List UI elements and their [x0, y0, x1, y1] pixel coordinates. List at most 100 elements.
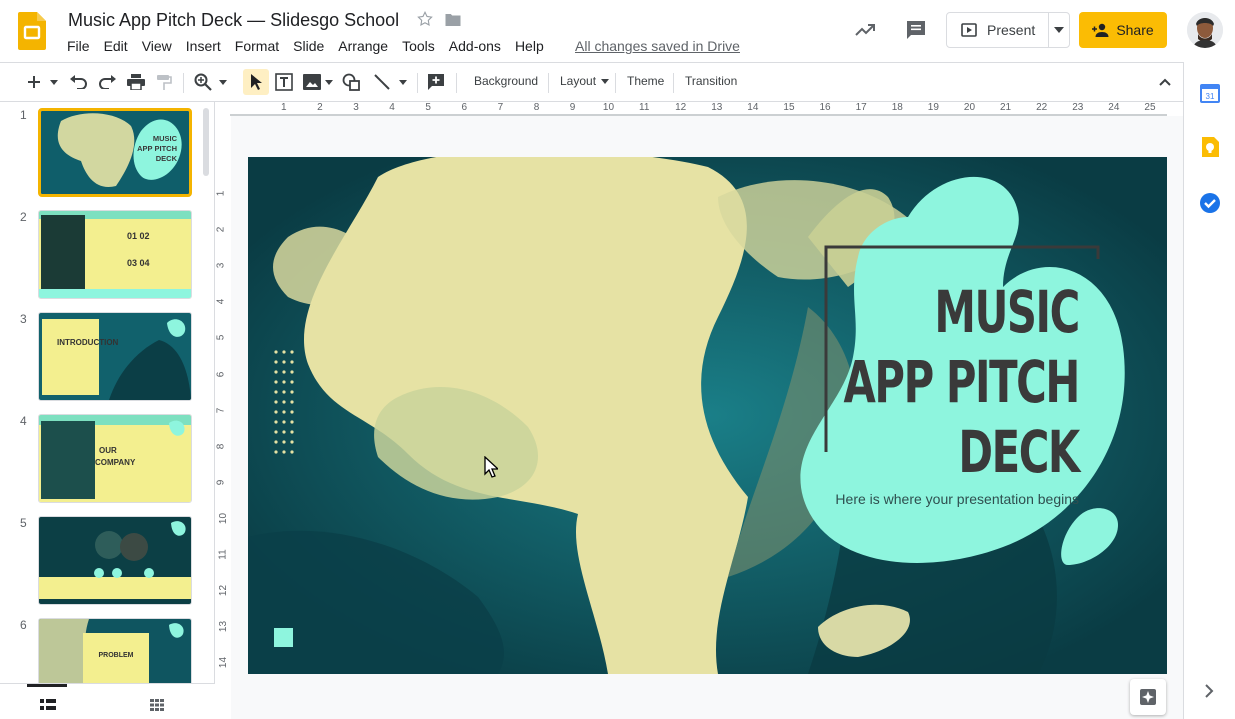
filmstrip-item[interactable]: 3 INTRODUCTION [0, 306, 200, 401]
layout-label: Layout [560, 74, 597, 88]
undo-button[interactable] [68, 71, 90, 93]
shape-icon [342, 73, 360, 91]
ruler-tick-label: 11 [639, 102, 650, 113]
horizontal-ruler[interactable]: 1 2 3 4 5 6 7 8 9 10 11 12 13 14 15 16 17 18 19 20 21 22 23 24 2… [230, 102, 1167, 116]
filmstrip-item[interactable]: 2 01 02 03 04 [0, 204, 200, 299]
background-button[interactable]: Background [474, 74, 538, 88]
ruler-tick-label: 7 [215, 407, 227, 413]
ruler-tick-label: 3 [353, 102, 359, 113]
text-box-button[interactable] [273, 71, 295, 93]
insert-image-button[interactable] [301, 71, 323, 93]
transition-button[interactable]: Transition [685, 74, 737, 88]
text-box-icon [275, 73, 293, 91]
star-icon[interactable] [416, 10, 434, 28]
app-header: Music App Pitch Deck — Slidesgo School F… [0, 0, 1235, 62]
filmstrip-item[interactable]: 1 MUSIC APP PITCH DECK [0, 102, 200, 197]
document-title[interactable]: Music App Pitch Deck — Slidesgo School [68, 10, 399, 31]
toolbar-divider [615, 73, 616, 93]
filmstrip-list-view-icon[interactable] [40, 699, 56, 711]
filmstrip-item[interactable]: 4 OUR COMPANY [0, 408, 200, 503]
redo-button[interactable] [96, 71, 118, 93]
filmstrip-view-controls [0, 683, 215, 719]
chevron-down-icon [50, 79, 58, 85]
slide-thumbnail[interactable]: 01 02 03 04 [38, 210, 192, 299]
zoom-button[interactable] [192, 71, 214, 93]
grid-view-icon[interactable] [150, 699, 164, 711]
theme-button[interactable]: Theme [627, 74, 664, 88]
select-tool-button[interactable] [245, 71, 267, 93]
calendar-icon[interactable]: 31 [1199, 82, 1221, 104]
undo-icon [70, 75, 87, 89]
zoom-icon [194, 73, 212, 91]
chevron-down-icon [601, 79, 610, 85]
view-selected-indicator [27, 684, 67, 687]
activity-trend-icon[interactable] [853, 18, 877, 42]
ruler-tick-label: 24 [1108, 102, 1120, 113]
menu-arrange[interactable]: Arrange [331, 37, 395, 55]
menu-view[interactable]: View [135, 37, 179, 55]
ruler-tick-label: 10 [218, 512, 230, 524]
paint-format-button[interactable] [153, 71, 175, 93]
line-tool-button[interactable] [371, 71, 393, 93]
print-button[interactable] [125, 71, 147, 93]
layout-button[interactable]: Layout [560, 74, 610, 88]
menu-slide[interactable]: Slide [286, 37, 331, 55]
thumb-title-line: DECK [156, 154, 178, 163]
thumb-heading: OUR [99, 446, 117, 455]
ruler-tick-label: 21 [1000, 102, 1012, 113]
slides-logo-icon[interactable] [18, 12, 46, 50]
ruler-tick-label: 14 [747, 102, 759, 113]
keep-notes-icon[interactable] [1199, 136, 1221, 158]
chevron-down-icon [325, 79, 333, 85]
menu-tools[interactable]: Tools [395, 37, 442, 55]
ruler-tick-label: 19 [927, 102, 939, 113]
vertical-ruler[interactable]: 1 2 3 4 5 6 7 8 9 10 11 12 13 14 [215, 116, 231, 706]
slide-canvas[interactable]: MUSIC APP PITCH DECK Here is where your … [248, 157, 1167, 674]
new-slide-dropdown[interactable] [46, 71, 62, 93]
menu-addons[interactable]: Add-ons [442, 37, 508, 55]
new-slide-button[interactable] [24, 71, 44, 93]
menu-format[interactable]: Format [228, 37, 286, 55]
insert-image-dropdown[interactable] [323, 71, 335, 93]
ruler-tick-label: 12 [675, 102, 687, 113]
ruler-tick-label: 1 [215, 190, 227, 197]
menu-file[interactable]: File [60, 37, 97, 55]
toolbar-divider [183, 73, 184, 93]
zoom-dropdown[interactable] [216, 71, 230, 93]
filmstrip-item[interactable]: 5 [0, 510, 200, 605]
menu-help[interactable]: Help [508, 37, 551, 55]
ruler-tick-label: 9 [569, 102, 576, 113]
present-button[interactable]: Present [947, 13, 1049, 47]
present-dropdown-button[interactable] [1049, 13, 1069, 47]
slide-thumbnail[interactable]: OUR COMPANY [38, 414, 192, 503]
ruler-tick-label: 2 [317, 102, 323, 113]
explore-button[interactable] [1130, 679, 1166, 715]
add-comment-button[interactable] [425, 71, 447, 93]
ruler-tick-label: 20 [963, 102, 976, 113]
slide-title[interactable]: MUSIC APP PITCH DECK [844, 277, 1081, 487]
slide-thumbnail[interactable] [38, 516, 192, 605]
collapse-toolbar-button[interactable] [1155, 71, 1175, 93]
slide-thumbnail[interactable]: INTRODUCTION [38, 312, 192, 401]
menu-insert[interactable]: Insert [179, 37, 228, 55]
filmstrip-scrollbar[interactable] [203, 108, 209, 176]
ruler-tick-label: 3 [215, 262, 227, 269]
slide-thumbnail[interactable]: MUSIC APP PITCH DECK [38, 108, 192, 197]
share-button[interactable]: Share [1079, 12, 1167, 48]
horizontal-ruler-ticks [230, 114, 1167, 116]
chevron-right-icon[interactable] [1202, 684, 1216, 698]
ruler-tick-label: 6 [215, 371, 227, 377]
line-tool-dropdown[interactable] [396, 71, 410, 93]
tasks-icon[interactable] [1199, 192, 1221, 214]
ruler-tick-label: 2 [215, 226, 227, 233]
save-status-link[interactable]: All changes saved in Drive [575, 37, 740, 55]
slide-thumbnail-image: INTRODUCTION [39, 313, 191, 400]
comment-icon[interactable] [904, 18, 928, 42]
slide-number: 3 [20, 312, 27, 326]
menu-edit[interactable]: Edit [97, 37, 135, 55]
ruler-tick-label: 5 [425, 102, 431, 113]
shape-button[interactable] [340, 71, 362, 93]
account-avatar[interactable] [1187, 12, 1223, 48]
slide-subtitle[interactable]: Here is where your presentation begins [835, 491, 1079, 507]
folder-icon[interactable] [444, 12, 462, 28]
